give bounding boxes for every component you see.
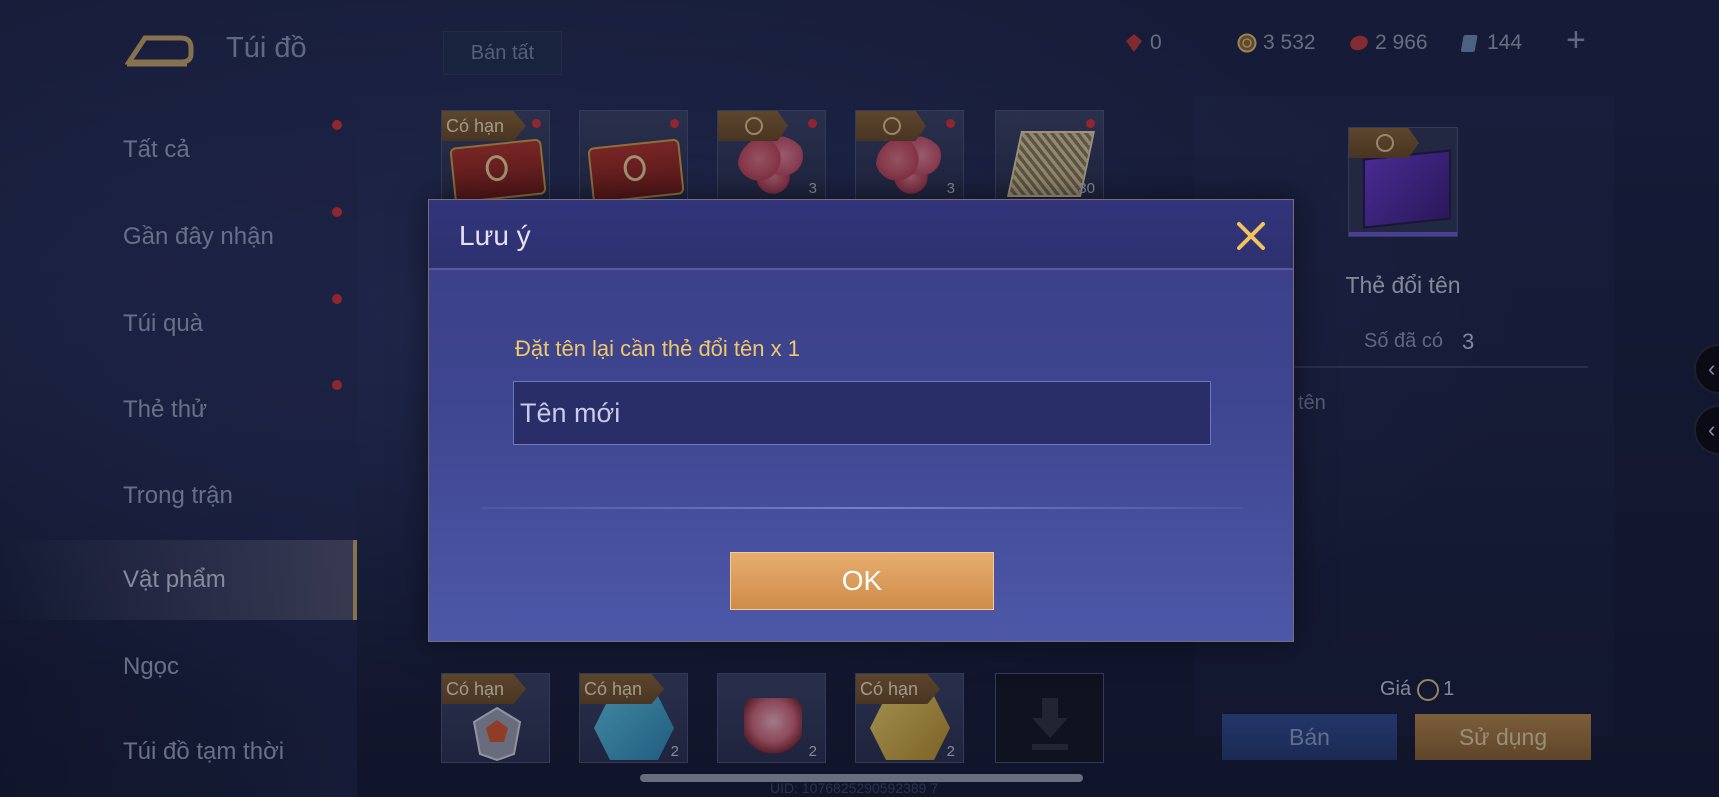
close-icon[interactable] xyxy=(1229,214,1273,258)
inventory-screen: Túi đồ Tất cả Gần đây nhận Túi quà Thẻ t… xyxy=(0,0,1719,797)
new-name-input[interactable] xyxy=(513,381,1211,445)
dialog-divider xyxy=(481,507,1243,509)
rename-cost-prompt: Đặt tên lại cần thẻ đổi tên x 1 xyxy=(515,336,800,361)
ok-button[interactable]: OK xyxy=(730,552,994,610)
dialog-header xyxy=(429,200,1293,270)
dialog-title: Lưu ý xyxy=(459,220,531,251)
rename-dialog: Lưu ý Đặt tên lại cần thẻ đổi tên x 1 OK xyxy=(428,199,1294,642)
